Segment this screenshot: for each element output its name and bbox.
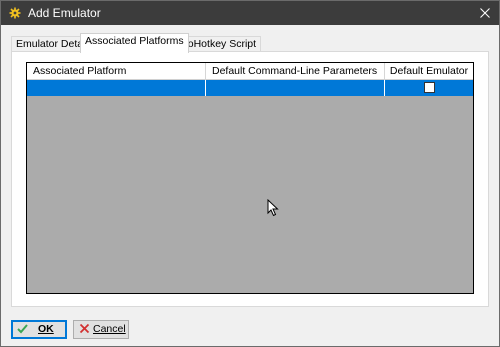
add-emulator-dialog: Add Emulator Emulator Details Associated… bbox=[0, 0, 500, 347]
title-bar[interactable]: Add Emulator bbox=[1, 1, 499, 25]
column-header-default-emulator[interactable]: Default Emulator bbox=[385, 63, 473, 80]
close-icon[interactable] bbox=[477, 5, 493, 21]
ok-button[interactable]: OK bbox=[11, 320, 67, 339]
cancel-button[interactable]: Cancel bbox=[73, 320, 129, 339]
x-icon bbox=[79, 323, 90, 334]
grid-header: Associated Platform Default Command-Line… bbox=[27, 63, 473, 80]
cell-default-emulator bbox=[385, 80, 473, 96]
window-title: Add Emulator bbox=[28, 6, 101, 20]
table-row[interactable] bbox=[27, 80, 473, 96]
cell-default-parameters[interactable] bbox=[206, 80, 385, 96]
column-header-default-parameters[interactable]: Default Command-Line Parameters bbox=[206, 63, 385, 80]
mouse-cursor-icon bbox=[267, 199, 279, 217]
platforms-grid[interactable]: Associated Platform Default Command-Line… bbox=[26, 62, 474, 294]
tab-associated-platforms[interactable]: Associated Platforms bbox=[80, 33, 189, 53]
checkmark-icon bbox=[17, 324, 28, 334]
ok-button-label: OK bbox=[38, 323, 54, 335]
column-header-associated-platform[interactable]: Associated Platform bbox=[27, 63, 206, 80]
gear-icon bbox=[9, 7, 21, 19]
default-emulator-checkbox[interactable] bbox=[424, 82, 435, 93]
tab-panel-associated-platforms: Associated Platform Default Command-Line… bbox=[11, 51, 489, 307]
cancel-button-label: Cancel bbox=[93, 323, 126, 335]
cell-associated-platform[interactable] bbox=[27, 80, 206, 96]
